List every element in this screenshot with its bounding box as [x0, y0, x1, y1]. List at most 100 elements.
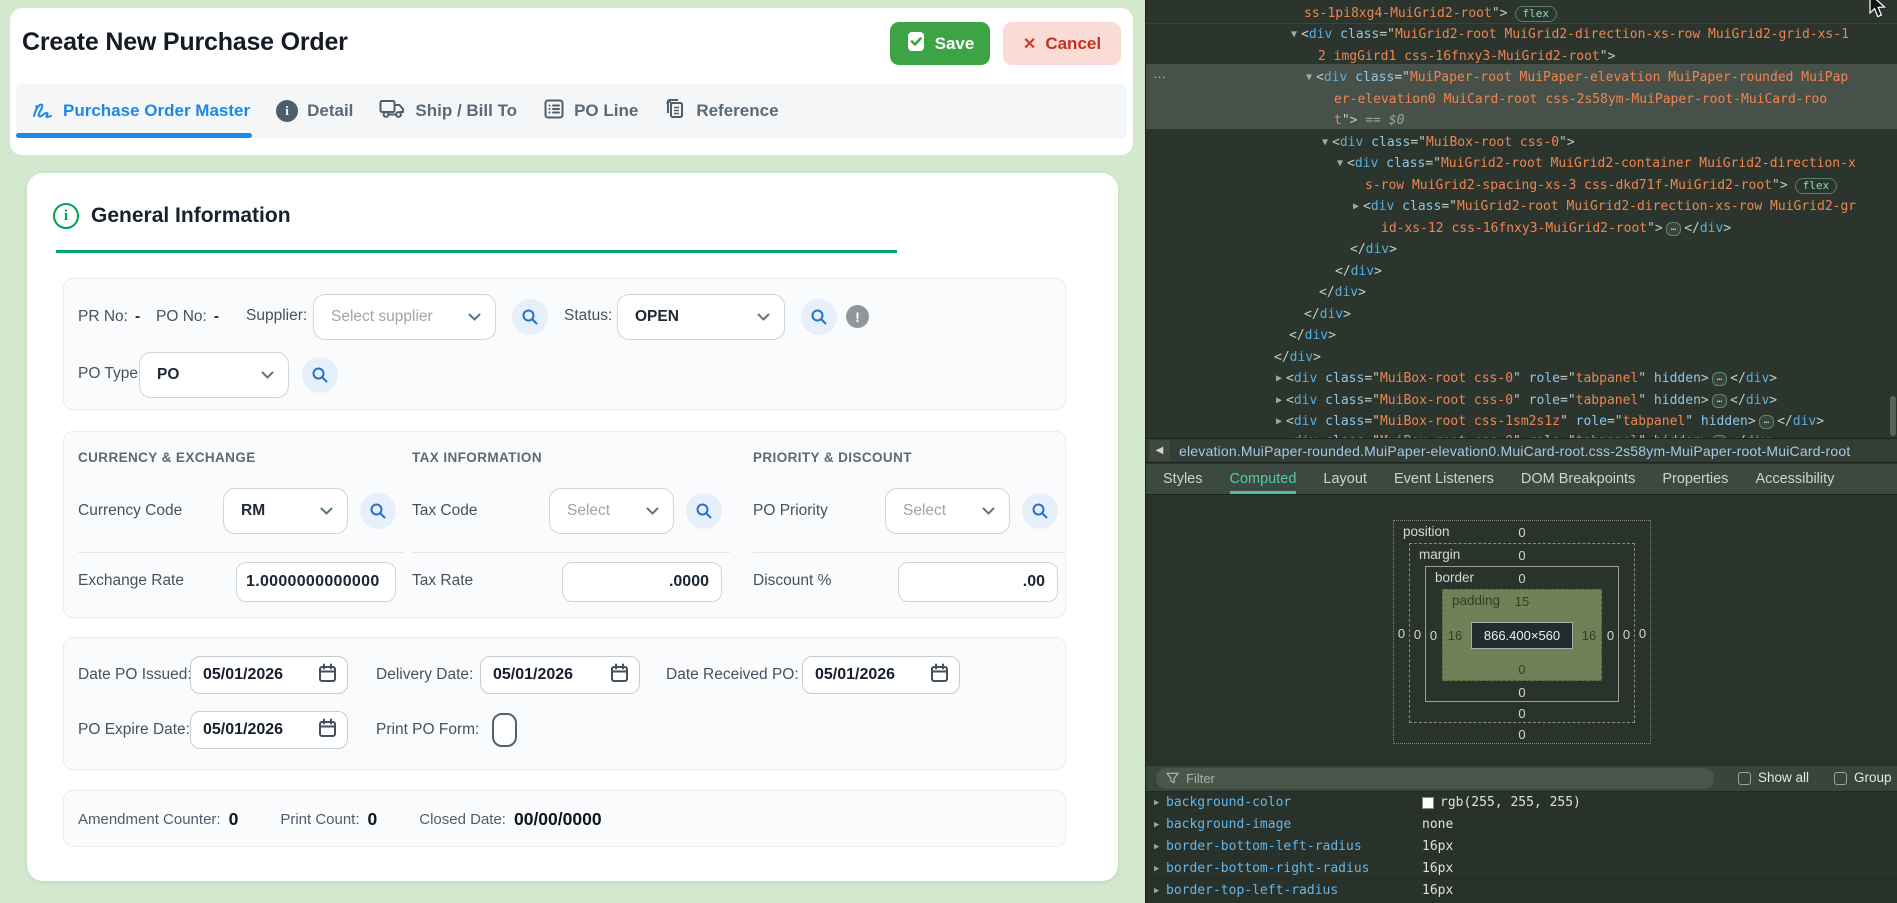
priority-search-button[interactable] [1022, 493, 1058, 529]
code-line[interactable]: ▶<div class="MuiBox-root css-0" role="ta… [1276, 431, 1777, 438]
computed-property-row[interactable]: ▶ background-image none [1146, 814, 1897, 836]
print-po-form-checkbox[interactable] [492, 713, 517, 747]
position-right: 0 [1639, 626, 1646, 641]
expand-arrow-icon[interactable]: ▶ [1154, 798, 1166, 808]
filter-input[interactable] [1156, 768, 1714, 789]
save-doc-check-icon [906, 31, 926, 57]
code-line-selected[interactable]: t"> == $0 [1334, 110, 1404, 131]
code-line-selected[interactable]: er-elevation0 MuiCard-root css-2s58ym-Mu… [1334, 89, 1827, 110]
exchange-rate-label: Exchange Rate [78, 572, 184, 590]
exchange-rate-value: 1.0000000000000 [246, 573, 380, 591]
calendar-icon[interactable] [930, 663, 949, 688]
supplier-search-button[interactable] [512, 299, 548, 335]
box-model-diagram[interactable]: position 0 0 0 0 margin 0 0 0 0 border 0 [1393, 520, 1651, 744]
tab-ship-bill-to[interactable]: Ship / Bill To [379, 98, 517, 125]
expand-arrow-icon[interactable]: ▶ [1154, 820, 1166, 830]
priority-header: PRIORITY & DISCOUNT [753, 450, 912, 465]
tax-rate-value: .0000 [669, 573, 709, 591]
chevron-down-icon [646, 502, 659, 520]
code-line[interactable]: </div> [1350, 239, 1397, 260]
code-line[interactable]: </div> [1289, 325, 1336, 346]
code-line[interactable]: </div> [1335, 261, 1382, 282]
code-line[interactable]: ▶<div class="MuiBox-root css-0" role="ta… [1276, 368, 1777, 389]
show-all-checkbox[interactable] [1738, 772, 1751, 785]
calendar-icon[interactable] [318, 718, 337, 743]
delivery-date-value: 05/01/2026 [493, 666, 610, 684]
code-line[interactable]: ▼<div class="MuiGrid2-root MuiGrid2-cont… [1337, 153, 1856, 174]
scrollbar-thumb[interactable] [1890, 396, 1896, 436]
date-po-issued-label: Date PO Issued: [78, 666, 192, 684]
code-line[interactable]: ▼<div class="MuiGrid2-root MuiGrid2-dire… [1291, 24, 1849, 45]
supplier-select[interactable]: Select supplier [313, 294, 496, 340]
code-line[interactable]: ▶<div class="MuiBox-root css-0" role="ta… [1276, 390, 1777, 411]
code-line[interactable]: </div> [1304, 304, 1351, 325]
node-menu-dots[interactable]: … [1153, 66, 1167, 81]
code-line[interactable]: s-row MuiGrid2-spacing-xs-3 css-dkd71f-M… [1365, 175, 1837, 196]
discount-label: Discount % [753, 572, 831, 590]
tax-search-button[interactable] [686, 493, 722, 529]
currency-code-select[interactable]: RM [223, 488, 348, 534]
tab-styles[interactable]: Styles [1163, 464, 1203, 494]
delivery-date-input[interactable]: 05/01/2026 [480, 656, 640, 694]
tab-layout[interactable]: Layout [1323, 464, 1367, 494]
save-button[interactable]: Save [890, 22, 990, 65]
code-line[interactable]: ss-1pi8xg4-MuiGrid2-root">flex [1304, 3, 1557, 24]
devtools-sidebar-tabs: Styles Computed Layout Event Listeners D… [1146, 464, 1897, 495]
currency-column: CURRENCY & EXCHANGE Currency Code RM Exc… [78, 432, 404, 619]
code-line[interactable]: </div> [1274, 347, 1321, 368]
tab-accessibility[interactable]: Accessibility [1755, 464, 1834, 494]
po-type-select[interactable]: PO [139, 352, 289, 398]
po-expire-date-input[interactable]: 05/01/2026 [190, 711, 348, 749]
expand-arrow-icon[interactable]: ▶ [1154, 842, 1166, 852]
amendment-counter-label: Amendment Counter: [78, 811, 221, 828]
cancel-button[interactable]: ✕ Cancel [1003, 22, 1121, 65]
date-po-issued-input[interactable]: 05/01/2026 [190, 656, 348, 694]
computed-property-row[interactable]: ▶ background-color rgb(255, 255, 255) [1146, 792, 1897, 814]
tax-code-select[interactable]: Select [549, 488, 674, 534]
tab-label: Purchase Order Master [63, 101, 250, 121]
code-line-selected[interactable]: ▼<div class="MuiPaper-root MuiPaper-elev… [1306, 67, 1848, 88]
margin-bottom: 0 [1518, 706, 1525, 721]
po-priority-label: PO Priority [753, 502, 828, 520]
tax-rate-input[interactable]: .0000 [562, 562, 722, 602]
calendar-icon[interactable] [318, 663, 337, 688]
tab-purchase-order-master[interactable]: Purchase Order Master [30, 97, 250, 126]
discount-input[interactable]: .00 [898, 562, 1058, 602]
expand-arrow-icon[interactable]: ▶ [1154, 864, 1166, 874]
tab-po-line[interactable]: PO Line [543, 98, 638, 125]
cancel-button-label: Cancel [1045, 34, 1101, 54]
signature-pen-icon [30, 97, 54, 126]
code-line[interactable]: </div> [1319, 282, 1366, 303]
tab-reference[interactable]: Reference [664, 97, 778, 126]
code-line[interactable]: ▼<div class="MuiBox-root css-0"> [1322, 132, 1575, 153]
code-line[interactable]: id-xs-12 css-16fnxy3-MuiGrid2-root">…</d… [1381, 218, 1731, 239]
code-line[interactable]: 2 imgGird1 css-16fnxy3-MuiGrid2-root"> [1318, 46, 1615, 67]
po-type-search-button[interactable] [302, 357, 338, 393]
group-checkbox[interactable] [1834, 772, 1847, 785]
exchange-rate-input[interactable]: 1.0000000000000 [236, 562, 396, 602]
currency-search-button[interactable] [360, 493, 396, 529]
tab-properties[interactable]: Properties [1662, 464, 1728, 494]
computed-property-row[interactable]: ▶ border-bottom-left-radius 16px [1146, 836, 1897, 858]
breadcrumb-scroll-left-button[interactable]: ◀ [1149, 440, 1170, 461]
calendar-icon[interactable] [610, 663, 629, 688]
computed-property-row[interactable]: ▶ border-bottom-right-radius 16px [1146, 858, 1897, 880]
margin-top: 0 [1518, 548, 1525, 563]
tax-column: TAX INFORMATION Tax Code Select Tax Rate… [412, 432, 730, 619]
tab-detail[interactable]: i Detail [276, 100, 353, 122]
breadcrumb[interactable]: elevation.MuiPaper-rounded.MuiPaper-elev… [1179, 443, 1850, 459]
mouse-cursor [1865, 0, 1889, 25]
po-priority-select[interactable]: Select [885, 488, 1010, 534]
code-line[interactable]: ▶<div class="MuiGrid2-root MuiGrid2-dire… [1353, 196, 1856, 217]
tab-event-listeners[interactable]: Event Listeners [1394, 464, 1494, 494]
tab-dom-breakpoints[interactable]: DOM Breakpoints [1521, 464, 1635, 494]
computed-property-row[interactable]: ▶ border-top-left-radius 16px [1146, 880, 1897, 902]
padding-top: 15 [1515, 594, 1529, 609]
print-count-field: Print Count: 0 [280, 809, 377, 830]
date-received-po-input[interactable]: 05/01/2026 [802, 656, 960, 694]
tab-computed[interactable]: Computed [1230, 464, 1297, 494]
status-search-button[interactable] [801, 299, 837, 335]
status-select[interactable]: OPEN [617, 294, 785, 340]
expand-arrow-icon[interactable]: ▶ [1154, 886, 1166, 896]
code-line[interactable]: ▶<div class="MuiBox-root css-1sm2s1z" ro… [1276, 411, 1824, 432]
